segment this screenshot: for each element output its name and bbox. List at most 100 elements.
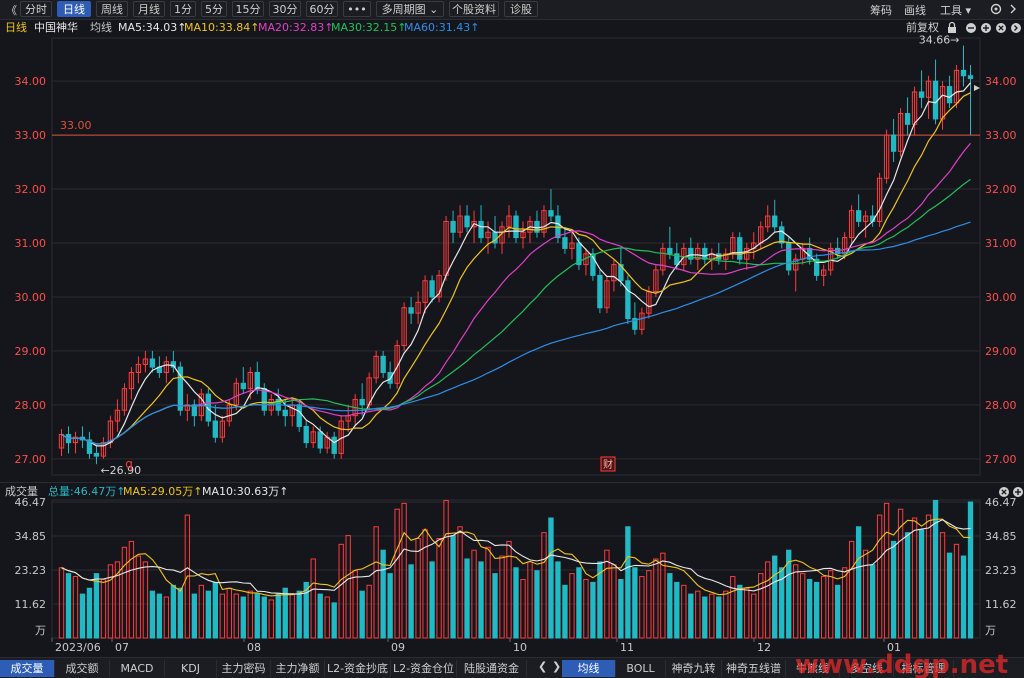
- chips-button[interactable]: 筹码: [870, 2, 892, 18]
- period-button[interactable]: 1分: [170, 1, 196, 17]
- candle-body: [967, 75, 974, 79]
- period-button[interactable]: 月线: [133, 1, 165, 17]
- back-icon[interactable]: 《: [6, 2, 17, 18]
- indicator-tab[interactable]: 主力净额: [271, 660, 325, 677]
- candle-body: [827, 247, 834, 271]
- volume-bar: [149, 590, 156, 639]
- volume-bar: [709, 593, 715, 639]
- candle-body: [450, 220, 456, 233]
- volume-tick-label: 11.62: [985, 598, 1017, 611]
- volume-bar: [960, 555, 967, 639]
- candle-body: [436, 274, 442, 298]
- period-button[interactable]: 60分: [306, 1, 338, 17]
- candle-body: [345, 415, 351, 422]
- volume-bar: [883, 502, 890, 639]
- candle-body: [918, 91, 925, 98]
- chevron-right-icon[interactable]: [1011, 23, 1021, 33]
- candle-body: [723, 253, 729, 260]
- candle-body: [415, 301, 421, 314]
- chevron-left-icon[interactable]: ❮: [538, 660, 547, 673]
- indicator-tab[interactable]: 成交额: [55, 660, 110, 677]
- overlay-tab[interactable]: 神奇九转: [666, 660, 722, 677]
- adjust-button[interactable]: 前复权: [906, 19, 939, 37]
- candle-body: [156, 366, 163, 373]
- period-button[interactable]: 30分: [269, 1, 301, 17]
- settings-icon[interactable]: [990, 3, 1002, 15]
- indicator-tab[interactable]: 成交量: [0, 660, 55, 677]
- price-tick-label: 32.00: [985, 183, 1017, 196]
- add-icon[interactable]: [1013, 487, 1023, 497]
- period-button[interactable]: 诊股: [504, 1, 538, 17]
- zoom-in-icon[interactable]: [981, 23, 991, 33]
- volume-bar: [646, 570, 652, 639]
- period-button[interactable]: 日线: [57, 1, 91, 17]
- period-button[interactable]: 多周期图 ⌄: [376, 1, 444, 17]
- volume-ma5-line: [61, 518, 971, 597]
- candle-body: [848, 210, 855, 239]
- candle-body: [331, 436, 337, 454]
- overlay-tab[interactable]: BOLL: [616, 660, 666, 677]
- indicator-tab[interactable]: 主力密码: [217, 660, 271, 677]
- candle-body: [233, 382, 239, 406]
- candle-body: [275, 398, 281, 411]
- volume-bar: [520, 578, 526, 639]
- candle-body: [506, 215, 512, 228]
- candle-body: [254, 371, 260, 390]
- volume-bar: [219, 593, 225, 639]
- volume-bar: [632, 567, 638, 639]
- indicator-tab[interactable]: 陆股通资金: [457, 660, 527, 677]
- period-button[interactable]: 5分: [201, 1, 227, 17]
- ma-label[interactable]: 均线: [90, 19, 112, 37]
- volume-bar: [904, 532, 911, 639]
- candle-body: [499, 226, 505, 244]
- zoom-out-icon[interactable]: [966, 23, 976, 33]
- draw-line-button[interactable]: 画线: [904, 2, 926, 18]
- overlay-tab[interactable]: 神奇五线谱: [722, 660, 786, 677]
- indicator-tab[interactable]: L2-资金仓位: [391, 660, 457, 677]
- volume-bar: [443, 499, 449, 639]
- volume-bar: [807, 578, 813, 639]
- candle-body: [296, 404, 302, 427]
- indicator-tab[interactable]: L2-资金抄底: [325, 660, 391, 677]
- candle-body: [925, 80, 932, 98]
- price-tick-label: 28.00: [15, 399, 47, 412]
- volume-bar: [156, 593, 163, 639]
- overlay-tab[interactable]: 均线: [562, 660, 616, 677]
- volume-bar: [233, 593, 239, 639]
- period-button[interactable]: •••: [343, 1, 371, 17]
- indicator-tab[interactable]: MACD: [110, 660, 165, 677]
- chevron-right-icon[interactable]: [1010, 4, 1016, 14]
- close-icon[interactable]: [999, 487, 1009, 497]
- indicator-tab[interactable]: KDJ: [165, 660, 217, 677]
- x-axis-label: 09: [391, 641, 405, 654]
- candle-body: [751, 242, 757, 249]
- candlestick-chart[interactable]: 27.00 27.00 28.00 28.00 29.00 29.00 30.00 30.00…: [0, 0, 1024, 657]
- period-button[interactable]: 分时: [20, 1, 52, 17]
- volume-bar: [967, 501, 974, 639]
- volume-bar: [876, 514, 883, 639]
- volume-bar: [660, 552, 666, 639]
- period-button[interactable]: 周线: [96, 1, 128, 17]
- volume-bar: [918, 529, 925, 639]
- period-button[interactable]: 15分: [232, 1, 264, 17]
- volume-bar: [345, 535, 351, 639]
- volume-bar: [751, 593, 757, 639]
- candle-body: [79, 436, 86, 441]
- close-icon[interactable]: [996, 23, 1006, 33]
- ma60-value: MA60:31.43↑: [404, 21, 480, 34]
- tools-button[interactable]: 工具 ▾: [940, 2, 971, 18]
- candle-body: [855, 210, 862, 222]
- chevron-right-icon[interactable]: ❯: [552, 660, 561, 673]
- volume-bar: [625, 526, 631, 639]
- volume-bar: [163, 596, 170, 639]
- period-button[interactable]: 个股资料: [449, 1, 499, 17]
- volume-bar: [261, 596, 267, 639]
- lock-icon[interactable]: [948, 21, 956, 34]
- volume-total: 总量:46.47万↑: [48, 485, 126, 498]
- volume-bar: [387, 573, 393, 639]
- candle-body: [107, 420, 114, 444]
- volume-bar: [793, 564, 799, 639]
- candle-body: [660, 247, 666, 271]
- volume-bar: [590, 581, 596, 639]
- volume-bar: [114, 561, 121, 639]
